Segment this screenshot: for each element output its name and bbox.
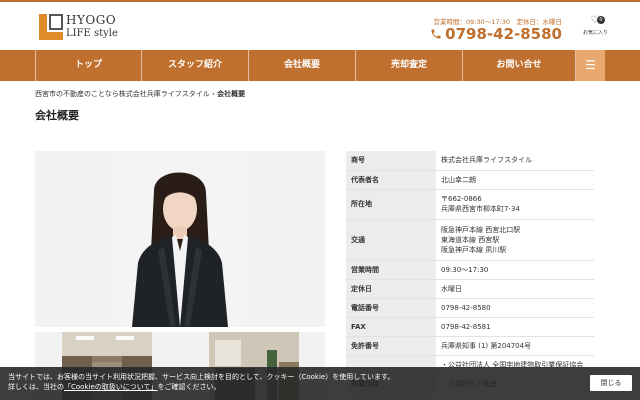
company-info-key: 免許番号 — [346, 336, 436, 356]
site-header: HYOGO LIFE style 営業時間：09:30〜17:30 定休日：水曜… — [0, 2, 640, 50]
company-info-key: FAX — [346, 317, 436, 337]
company-info-key: 代表者名 — [346, 170, 436, 190]
nav-item-staff[interactable]: スタッフ紹介 — [142, 50, 249, 81]
cookie-message-line1: 当サイトでは、お客様の当サイト利用状況把握、サービス向上検討を目的として、クッキ… — [8, 373, 395, 381]
cookie-message-line2-pre: 詳しくは、当社の — [8, 383, 64, 391]
company-info-row: 所在地 〒662-0866 兵庫県西宮市柳本町7-34 — [346, 189, 594, 220]
company-info-value: 北山幸二朗 — [436, 170, 594, 190]
favorites-button[interactable]: ♡ 0 お気に入り — [583, 16, 609, 40]
company-info-value: 阪急神戸本線 西宮北口駅 東海道本線 西宮駅 阪急神戸本線 夙川駅 — [436, 219, 594, 261]
company-info-value: 09:30〜17:30 — [436, 260, 594, 280]
cookie-policy-link[interactable]: 「Cookieの取扱いについて」 — [64, 383, 158, 391]
company-info-row: 電話番号 0798-42-8580 — [346, 298, 594, 318]
cookie-close-button[interactable]: 閉じる — [590, 375, 632, 391]
company-info-table: 商号 株式会社兵庫ライフスタイル 代表者名 北山幸二朗 所在地 〒662-0866 兵庫県… — [346, 151, 594, 394]
staff-photo — [114, 151, 246, 327]
company-info-row: 代表者名 北山幸二朗 — [346, 170, 594, 190]
cookie-consent-banner: 当サイトでは、お客様の当サイト利用状況把握、サービス向上検討を目的として、クッキ… — [0, 367, 640, 400]
phone-number[interactable]: 0798-42-8580 — [430, 25, 562, 43]
company-info-value: 0798-42-8581 — [436, 317, 594, 337]
company-info-row: 商号 株式会社兵庫ライフスタイル — [346, 151, 594, 171]
company-info-value: 〒662-0866 兵庫県西宮市柳本町7-34 — [436, 189, 594, 220]
nav-item-company[interactable]: 会社概要 — [249, 50, 356, 81]
logo-mark-icon — [38, 12, 64, 42]
company-info-row: FAX 0798-42-8581 — [346, 317, 594, 337]
breadcrumb-current: 会社概要 — [217, 90, 246, 98]
breadcrumb: 西宮市の不動産のことなら株式会社兵庫ライフスタイル › 会社概要 — [35, 89, 245, 99]
main-nav: トップ スタッフ紹介 会社概要 売却査定 お問い合せ ☰ — [0, 50, 640, 81]
company-info-key: 営業時間 — [346, 260, 436, 280]
staff-photo-panel — [35, 151, 325, 327]
phone-number-text: 0798-42-8580 — [445, 25, 562, 43]
company-info-value: 水曜日 — [436, 279, 594, 299]
company-info-key: 商号 — [346, 151, 436, 171]
page-title: 会社概要 — [35, 109, 79, 122]
site-logo[interactable]: HYOGO LIFE style — [38, 12, 118, 44]
breadcrumb-separator: › — [212, 90, 215, 98]
company-info-key: 電話番号 — [346, 298, 436, 318]
hamburger-menu-icon[interactable]: ☰ — [576, 50, 605, 81]
favorites-label: お気に入り — [583, 30, 609, 36]
company-info-row: 免許番号 兵庫県知事 (1) 第204704号 — [346, 336, 594, 356]
company-info-key: 交通 — [346, 219, 436, 261]
company-info-value: 0798-42-8580 — [436, 298, 594, 318]
nav-item-appraisal[interactable]: 売却査定 — [356, 50, 463, 81]
company-info-value: 兵庫県知事 (1) 第204704号 — [436, 336, 594, 356]
company-info-key: 定休日 — [346, 279, 436, 299]
company-info-row: 交通 阪急神戸本線 西宮北口駅 東海道本線 西宮駅 阪急神戸本線 夙川駅 — [346, 219, 594, 261]
logo-name-line1: HYOGO — [66, 13, 117, 27]
phone-icon — [431, 29, 441, 39]
breadcrumb-home-link[interactable]: 西宮市の不動産のことなら株式会社兵庫ライフスタイル — [35, 90, 210, 98]
logo-name-line2: LIFE style — [66, 28, 118, 39]
company-info-row: 営業時間 09:30〜17:30 — [346, 260, 594, 280]
favorites-count-badge: 0 — [597, 16, 605, 24]
company-info-value: 株式会社兵庫ライフスタイル — [436, 151, 594, 171]
cookie-message: 当サイトでは、お客様の当サイト利用状況把握、サービス向上検討を目的として、クッキ… — [8, 372, 394, 392]
nav-item-top[interactable]: トップ — [35, 50, 142, 81]
company-info-row: 定休日 水曜日 — [346, 279, 594, 299]
company-info-key: 所在地 — [346, 189, 436, 220]
cookie-message-line2-post: をご確認ください。 — [157, 383, 221, 391]
nav-item-contact[interactable]: お問い合せ — [463, 50, 576, 81]
